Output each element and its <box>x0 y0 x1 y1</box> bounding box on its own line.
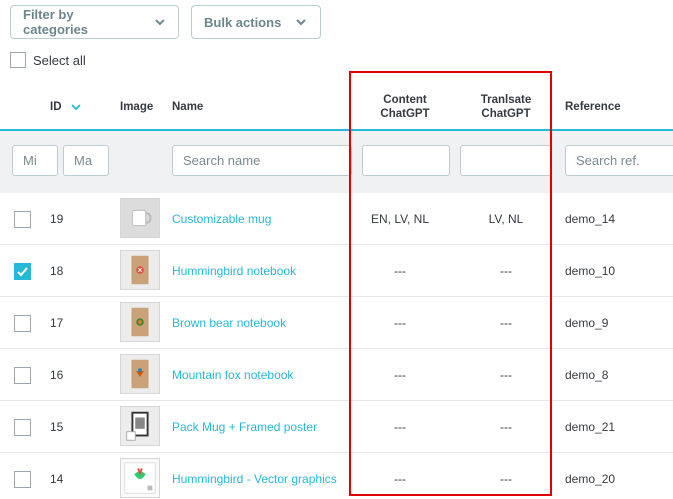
product-thumbnail-notebook <box>121 355 159 393</box>
product-image[interactable] <box>120 406 160 446</box>
product-image[interactable] <box>120 198 160 238</box>
product-reference: demo_20 <box>565 472 616 486</box>
translate-chatgpt-value: --- <box>500 264 512 278</box>
search-ref-input[interactable]: Search ref. <box>565 145 673 176</box>
row-checkbox[interactable] <box>14 314 31 332</box>
row-id: 19 <box>50 212 64 226</box>
chevron-down-icon <box>296 19 307 26</box>
row-id: 17 <box>50 316 64 330</box>
select-all[interactable]: Select all <box>10 52 86 68</box>
column-image-label: Image <box>120 101 154 113</box>
row-id: 16 <box>50 368 64 382</box>
table-row[interactable]: 16 Mountain fox notebook --- --- demo_8 <box>0 349 673 401</box>
column-reference-label: Reference <box>565 101 621 113</box>
product-image[interactable] <box>120 302 160 342</box>
product-reference: demo_21 <box>565 420 616 434</box>
column-header-reference[interactable]: Reference <box>565 84 621 130</box>
table-row[interactable]: 19 Customizable mug EN, LV, NL LV, NL demo_1… <box>0 193 673 245</box>
chevron-down-icon <box>155 19 165 26</box>
product-image[interactable] <box>120 250 160 290</box>
translate-chatgpt-value: --- <box>500 420 512 434</box>
checkmark-icon <box>17 266 28 276</box>
column-header-content-chatgpt: Content ChatGPT <box>352 84 458 130</box>
column-content-label-1: Content <box>383 94 427 106</box>
row-checkbox-cell[interactable] <box>14 297 31 349</box>
content-chatgpt-value: --- <box>394 420 406 434</box>
product-name-link[interactable]: Pack Mug + Framed poster <box>172 401 317 453</box>
column-name-label: Name <box>172 101 204 113</box>
row-checkbox-cell[interactable] <box>14 245 31 297</box>
translate-filter-input[interactable] <box>460 145 552 176</box>
row-checkbox[interactable] <box>14 418 31 436</box>
select-all-checkbox[interactable] <box>10 52 26 68</box>
content-chatgpt-value: --- <box>394 264 406 278</box>
product-thumbnail-vector <box>121 459 159 497</box>
product-thumbnail-notebook <box>121 303 159 341</box>
column-translate-label-1: Tranlsate <box>480 94 532 106</box>
row-checkbox-cell[interactable] <box>14 401 31 453</box>
product-name-link[interactable]: Brown bear notebook <box>172 297 286 349</box>
content-chatgpt-value: --- <box>394 368 406 382</box>
translate-chatgpt-value: --- <box>500 316 512 330</box>
product-thumbnail-notebook <box>121 251 159 289</box>
product-reference: demo_9 <box>565 316 609 330</box>
row-checkbox-cell[interactable] <box>14 193 31 245</box>
bulk-actions-button[interactable]: Bulk actions <box>191 5 321 39</box>
filter-by-categories-button[interactable]: Filter by categories <box>10 5 179 39</box>
column-header-name[interactable]: Name <box>172 84 203 130</box>
translate-chatgpt-value: LV, NL <box>488 212 524 226</box>
row-checkbox-cell[interactable] <box>14 453 31 499</box>
search-name-input[interactable]: Search name <box>172 145 352 176</box>
translate-chatgpt-value: --- <box>500 472 512 486</box>
select-all-label: Select all <box>33 52 86 68</box>
row-checkbox-cell[interactable] <box>14 349 31 401</box>
filter-row: Mi Ma Search name Search ref. <box>0 131 673 193</box>
id-max-input[interactable]: Ma <box>63 145 109 176</box>
table-row[interactable]: 14 Hummingbird - Vector graphics --- --- dem… <box>0 453 673 499</box>
product-image[interactable] <box>120 458 160 498</box>
toolbar: Filter by categories Bulk actions <box>10 5 321 39</box>
content-chatgpt-value: --- <box>394 472 406 486</box>
row-checkbox[interactable] <box>14 210 31 228</box>
product-name-link[interactable]: Mountain fox notebook <box>172 349 293 401</box>
product-reference: demo_10 <box>565 264 616 278</box>
product-name-link[interactable]: Customizable mug <box>172 193 271 245</box>
row-id: 14 <box>50 472 64 486</box>
row-checkbox[interactable] <box>14 366 31 384</box>
column-id-label: ID <box>50 101 62 113</box>
column-header-translate-chatgpt: Tranlsate ChatGPT <box>459 84 553 130</box>
product-image[interactable] <box>120 354 160 394</box>
column-header-image: Image <box>120 84 153 130</box>
sort-down-icon[interactable] <box>70 102 81 112</box>
translate-chatgpt-value: --- <box>500 368 512 382</box>
row-checkbox[interactable] <box>14 470 31 488</box>
id-min-input[interactable]: Mi <box>12 145 58 176</box>
row-id: 15 <box>50 420 64 434</box>
table-row[interactable]: 18 Hummingbird notebook --- --- demo_10 <box>0 245 673 297</box>
row-id: 18 <box>50 264 64 278</box>
product-name-link[interactable]: Hummingbird - Vector graphics <box>172 453 337 499</box>
product-reference: demo_14 <box>565 212 616 226</box>
product-thumbnail-mug <box>121 199 159 237</box>
product-thumbnail-poster <box>121 407 159 445</box>
content-chatgpt-value: EN, LV, NL <box>370 212 430 226</box>
row-checkbox[interactable] <box>14 262 31 280</box>
table-row[interactable]: 15 Pack Mug + Framed poster --- --- demo_21 <box>0 401 673 453</box>
content-filter-input[interactable] <box>362 145 450 176</box>
column-translate-label-2: ChatGPT <box>481 108 531 120</box>
content-chatgpt-value: --- <box>394 316 406 330</box>
column-content-label-2: ChatGPT <box>380 108 430 120</box>
table-row[interactable]: 17 Brown bear notebook --- --- demo_9 <box>0 297 673 349</box>
product-name-link[interactable]: Hummingbird notebook <box>172 245 296 297</box>
product-reference: demo_8 <box>565 368 609 382</box>
filter-by-categories-label: Filter by categories <box>23 7 89 37</box>
bulk-actions-label: Bulk actions <box>204 14 282 30</box>
column-header-id[interactable]: ID <box>50 84 81 130</box>
